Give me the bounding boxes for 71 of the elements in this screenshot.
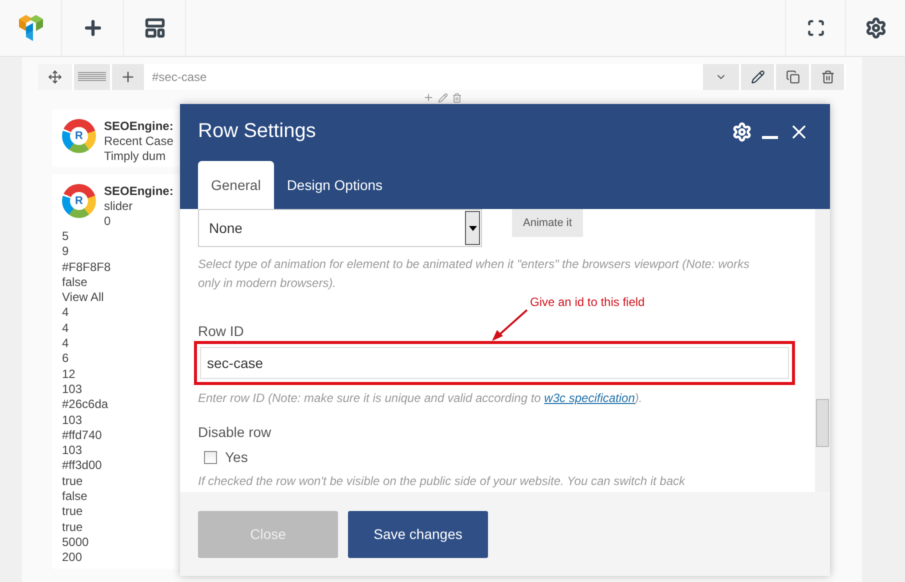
dialog-button[interactable]: Save changes xyxy=(348,510,488,558)
copy-button[interactable] xyxy=(776,64,809,90)
field-label: Disable row xyxy=(198,424,272,440)
add-column-button[interactable] xyxy=(112,64,144,90)
parameter-value: false xyxy=(62,489,88,504)
parameter-value: 103 xyxy=(62,443,82,458)
element-text: slider xyxy=(104,199,133,214)
element-text: 0 xyxy=(104,214,111,229)
parameter-value: 12 xyxy=(62,366,76,382)
element-text: Recent Case xyxy=(104,134,174,149)
parameter-value: 103 xyxy=(62,382,82,398)
parameter-value: false xyxy=(62,274,88,290)
trash-icon xyxy=(820,70,834,84)
parameter-value: View All xyxy=(62,290,104,306)
parameter-value: true xyxy=(62,474,83,490)
parameter-value: #ff3d00 xyxy=(62,458,102,474)
logo-letter: R xyxy=(70,192,88,210)
checkbox[interactable] xyxy=(204,450,217,464)
move-handle[interactable] xyxy=(38,64,72,90)
row-id-text: #sec-case xyxy=(152,70,208,84)
parameter-value: true xyxy=(62,520,83,535)
element-text: Timply dum xyxy=(104,149,166,164)
delete-button[interactable] xyxy=(811,64,844,90)
parameter-value: true xyxy=(62,504,83,520)
cubes-logo-icon xyxy=(16,13,44,43)
layout-icon xyxy=(144,17,166,39)
parameter-value: 5000 xyxy=(62,534,89,550)
element-title: SEOEngine: xyxy=(104,184,174,199)
annotation-text: Give an id to this field xyxy=(530,295,645,309)
parameter-value: 4 xyxy=(62,305,69,321)
settings-icon xyxy=(864,17,886,39)
settings-icon xyxy=(732,122,752,142)
pencil-icon[interactable] xyxy=(438,93,448,103)
parameter-value: 103 xyxy=(62,412,82,428)
fullscreen-icon xyxy=(806,19,824,37)
parameter-value: 6 xyxy=(62,351,69,367)
toggle-button[interactable] xyxy=(703,64,739,90)
parameter-value: 9 xyxy=(62,244,69,260)
plus-icon[interactable] xyxy=(422,92,434,103)
hint-text: Select type of animation for element to be animated when it "enters" the browsers viewport (Note: works only in modern browsers). xyxy=(198,256,750,292)
pencil-icon xyxy=(750,70,764,84)
trash-icon[interactable] xyxy=(452,93,462,103)
parameter-value: 200 xyxy=(62,550,82,566)
copy-icon xyxy=(786,70,800,84)
scrollbar-thumb[interactable] xyxy=(816,399,829,447)
row-id-input[interactable]: sec-case xyxy=(200,347,789,379)
checkbox-label: Yes xyxy=(225,449,248,465)
dialog-tab[interactable]: General xyxy=(198,161,274,209)
w3c-link[interactable]: w3c specification xyxy=(544,391,635,405)
element-title: SEOEngine: xyxy=(104,119,174,134)
parameter-value: #F8F8F8 xyxy=(62,260,111,275)
edit-button[interactable] xyxy=(741,64,774,90)
scrollbar[interactable] xyxy=(815,209,830,492)
annotation-arrow xyxy=(492,309,528,341)
hint-text: If checked the row won't be visible on the public side of your website. You can switch it back xyxy=(198,473,686,490)
move-icon xyxy=(48,70,62,84)
columns-icon xyxy=(78,72,106,82)
dialog-title: Row Settings xyxy=(198,120,316,143)
logo-letter: R xyxy=(70,127,88,145)
parameter-value: #ffd740 xyxy=(62,428,102,444)
animate-button[interactable]: Animate it xyxy=(512,209,583,237)
minimize-icon xyxy=(762,136,778,139)
parameter-value: 4 xyxy=(62,320,69,336)
plus-icon xyxy=(120,69,136,85)
dialog-tab[interactable]: Design Options xyxy=(274,161,396,209)
parameter-value: 5 xyxy=(62,229,69,244)
hint-text: Enter row ID (Note: make sure it is unique and valid according to w3c specification). xyxy=(198,390,642,407)
field-label: Row ID xyxy=(198,323,244,339)
parameter-value: 4 xyxy=(62,336,69,352)
parameter-value: #26c6da xyxy=(62,397,108,413)
animation-select[interactable]: None xyxy=(198,209,482,247)
